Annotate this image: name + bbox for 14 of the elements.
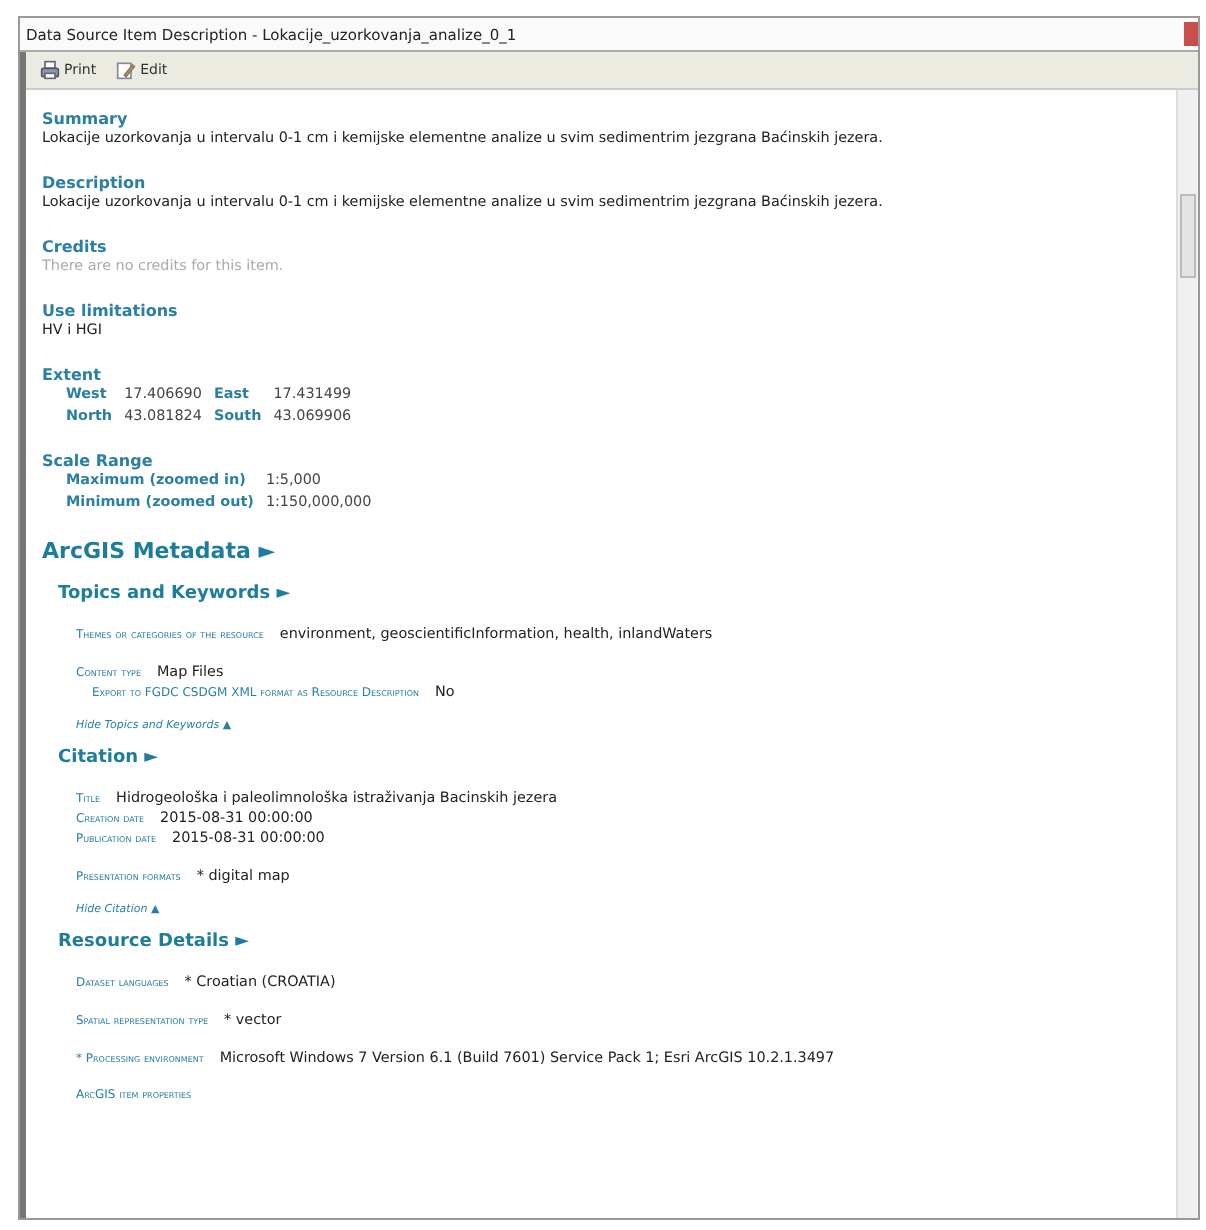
pencil-icon [116, 60, 137, 80]
subsection-heading[interactable]: Topics and Keywords ► [58, 584, 1160, 604]
section-heading: Description [42, 174, 148, 192]
section-heading: Use limitations [42, 302, 180, 320]
section-heading: Summary [42, 110, 130, 128]
section-heading: Extent [42, 366, 103, 384]
section-heading: Scale Range [42, 452, 155, 470]
scrollbar[interactable] [1176, 90, 1198, 1218]
scrollbar-thumb[interactable] [1180, 194, 1196, 278]
subsection-heading[interactable]: Citation ► [58, 748, 1160, 768]
section-heading: Credits [42, 238, 109, 256]
metadata-heading[interactable]: ArcGIS Metadata ► [42, 538, 1160, 564]
subsection-heading[interactable]: Resource Details ► [58, 932, 1160, 952]
printer-icon [40, 60, 60, 80]
